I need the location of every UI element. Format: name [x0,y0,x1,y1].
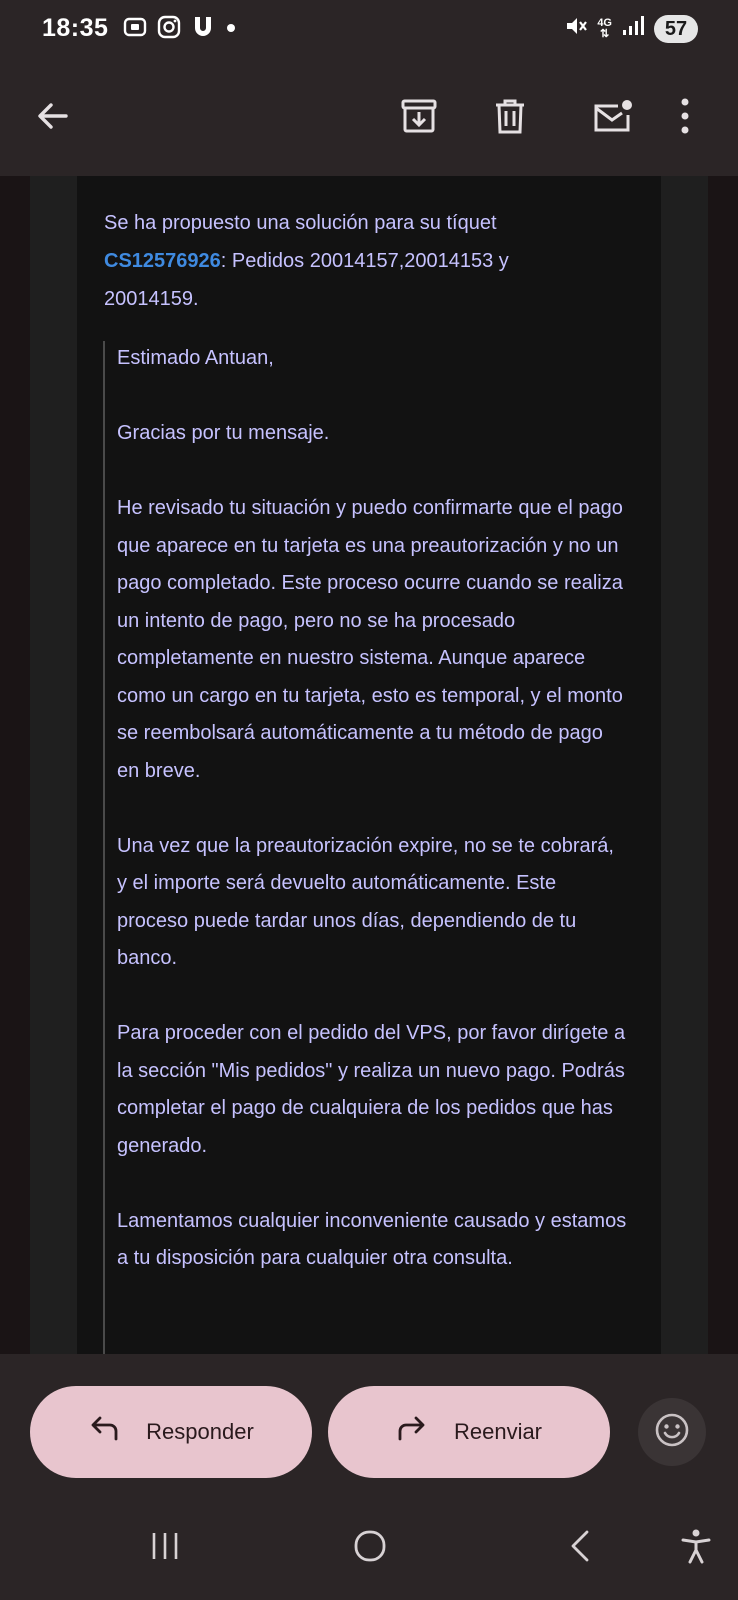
quoted-message: Estimado Antuan, Gracias por tu mensaje.… [117,340,627,1315]
forward-icon [396,1415,428,1449]
battery-indicator: 57 [654,14,698,43]
mark-unread-icon [592,97,634,140]
recent-apps-button[interactable] [135,1518,195,1578]
system-icons: 4G ⇅ 57 [563,13,698,44]
quote-divider [103,341,105,1354]
reply-icon [88,1415,120,1449]
archive-button[interactable] [391,90,447,146]
forward-label: Reenviar [453,1419,543,1444]
signal-icon [620,13,646,44]
status-bar: 18:35 4G ⇅ 57 [0,0,738,62]
message-paragraph: Gracias por tu mensaje. [117,422,330,444]
intro-text: Se ha propuesto una solución para su tíq… [104,212,497,234]
mark-unread-button[interactable] [585,90,641,146]
notification-icons [122,14,238,45]
email-intro: Se ha propuesto una solución para su tíq… [104,204,564,318]
network-type: 4G ⇅ [597,16,612,40]
forward-button[interactable]: Reenviar [328,1386,610,1478]
status-time: 18:35 [42,14,109,42]
accessibility-icon [680,1528,712,1569]
home-button[interactable] [340,1518,400,1578]
reply-label: Responder [146,1419,254,1444]
accessibility-button[interactable] [666,1518,726,1578]
mute-icon [563,13,589,44]
screenshot-icon [122,14,148,45]
instagram-icon [156,14,182,45]
bottom-bar: Responder Reenviar [0,1354,738,1600]
more-options-button[interactable] [667,90,703,146]
u-app-icon [190,14,216,45]
message-paragraph: Para proceder con el pedido del VPS, por… [117,1022,626,1157]
nav-back-icon [568,1529,592,1568]
emoji-reaction-button[interactable] [638,1398,706,1466]
system-navigation-bar [0,1498,738,1598]
smiley-icon [654,1412,690,1453]
delete-icon [492,97,528,140]
email-body[interactable]: Se ha propuesto una solución para su tíq… [0,176,738,1354]
message-paragraph: Lamentamos cualquier inconveniente causa… [117,1209,627,1270]
archive-icon [400,97,438,140]
delete-button[interactable] [482,90,538,146]
greeting: Estimado Antuan, [117,347,274,369]
back-button[interactable] [24,90,80,146]
recents-icon [148,1531,182,1566]
nav-back-button[interactable] [550,1518,610,1578]
message-paragraph: He revisado tu situación y puedo confirm… [117,497,623,782]
home-icon [353,1529,387,1568]
ticket-link[interactable]: CS12576926 [104,250,221,272]
reply-button[interactable]: Responder [30,1386,312,1478]
dot-icon [224,14,238,45]
back-arrow-icon [34,98,70,139]
message-paragraph: Una vez que la preautorización expire, n… [117,834,614,970]
more-vert-icon [680,98,690,139]
toolbar [0,62,738,176]
